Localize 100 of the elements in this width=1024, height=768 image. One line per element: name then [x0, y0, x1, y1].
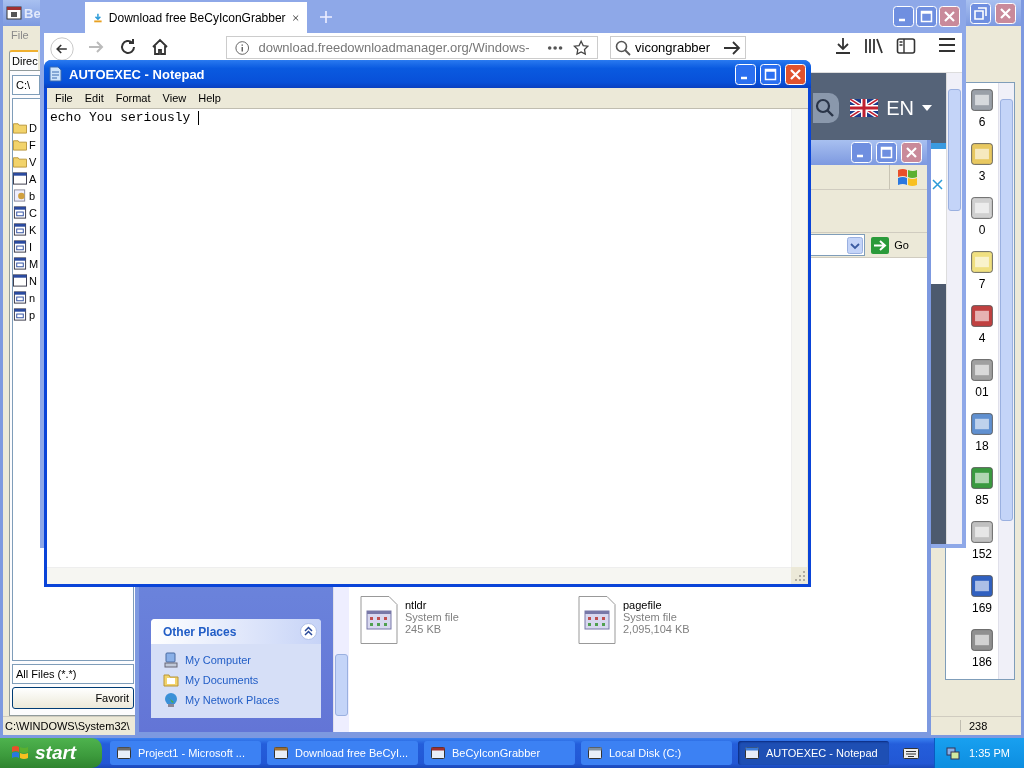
system-file-icon[interactable]: [577, 596, 617, 644]
document-text: echo You seriously: [50, 110, 192, 125]
menu-item[interactable]: Edit: [78, 92, 110, 104]
status-count: 238: [960, 720, 1019, 732]
home-button[interactable]: [150, 37, 170, 57]
more-icon[interactable]: [547, 44, 564, 51]
caret-icon[interactable]: [922, 105, 932, 111]
icon-label: 0: [978, 223, 986, 237]
window-icon: [744, 745, 760, 761]
icon-label: 01: [975, 385, 989, 399]
file-type: System file: [623, 611, 677, 623]
menu-item[interactable]: View: [156, 92, 193, 104]
menu-item[interactable]: Format: [109, 92, 157, 104]
script-icon: [13, 189, 27, 202]
file-name[interactable]: pagefile: [623, 599, 662, 611]
download-icon[interactable]: [834, 37, 852, 55]
menu-item[interactable]: File: [49, 92, 79, 104]
list-entry[interactable]: b: [29, 189, 36, 202]
collapse-icon[interactable]: [300, 623, 317, 640]
tab[interactable]: Direc: [9, 50, 38, 70]
list-entry[interactable]: M: [29, 257, 39, 270]
app-icon: [6, 5, 22, 21]
panel-title: Other Places: [163, 624, 237, 639]
notepad-icon: [47, 66, 63, 82]
list-entry[interactable]: N: [29, 274, 37, 287]
dropdown-icon[interactable]: [847, 236, 864, 254]
list-entry[interactable]: p: [29, 308, 36, 321]
list-entry[interactable]: A: [29, 172, 37, 185]
close-button[interactable]: [785, 63, 806, 85]
status-path: C:\WINDOWS\System32\: [5, 720, 130, 732]
maximize-button[interactable]: [916, 6, 937, 27]
folder-icon: [163, 672, 179, 688]
list-entry[interactable]: K: [29, 223, 37, 236]
library-icon[interactable]: [864, 37, 884, 55]
maximize-button[interactable]: [760, 63, 781, 85]
close-button[interactable]: [939, 6, 960, 27]
address-bar[interactable]: download.freedownloadmanager.org/Windows-: [226, 36, 598, 59]
taskbar-item[interactable]: BeCyIconGrabber: [424, 741, 575, 765]
file-size: 245 KB: [405, 623, 442, 635]
icon-label: 186: [972, 655, 992, 669]
language-selector[interactable]: EN: [886, 96, 914, 120]
text-area[interactable]: echo You seriously: [47, 109, 791, 567]
taskbar-item[interactable]: Local Disk (C:): [581, 741, 732, 765]
reload-button[interactable]: [118, 37, 138, 57]
minimize-button[interactable]: [735, 63, 756, 85]
icon-label: 152: [972, 547, 992, 561]
system-file-icon[interactable]: [359, 596, 399, 644]
go-button[interactable]: Go: [869, 236, 923, 254]
sidebar-icon[interactable]: [896, 37, 916, 55]
list-entry[interactable]: V: [29, 155, 37, 168]
path-field[interactable]: C:\: [12, 75, 40, 95]
list-entry[interactable]: I: [29, 240, 33, 253]
arrow-icon[interactable]: [723, 39, 741, 56]
search-field[interactable]: vicongrabber: [610, 36, 746, 59]
icon-label: 18: [975, 439, 989, 453]
taskbar-item[interactable]: Project1 - Microsoft ...: [110, 741, 261, 765]
clock: 1:35 PM: [969, 747, 1010, 759]
list-entry[interactable]: n: [29, 291, 36, 304]
place-link[interactable]: My Network Places: [185, 694, 280, 706]
taskbar-item[interactable]: Download free BeCyI...: [267, 741, 418, 765]
menu-icon[interactable]: [938, 37, 956, 53]
close-icon[interactable]: [932, 179, 943, 190]
search-icon: [615, 39, 631, 56]
arrow-icon: [871, 236, 890, 254]
icon-label: 6: [978, 115, 986, 129]
window-title: Be: [24, 5, 41, 21]
minimize-button[interactable]: [893, 6, 914, 27]
place-link[interactable]: My Computer: [185, 654, 252, 666]
taskbar-item[interactable]: AUTOEXEC - Notepad: [738, 741, 889, 765]
filter-field[interactable]: All Files (*.*): [12, 664, 134, 684]
keyboard-icon[interactable]: [903, 746, 919, 760]
icon-label: 7: [978, 277, 986, 291]
browser-tab[interactable]: Download free BeCyIconGrabber: [85, 2, 307, 33]
file-type: System file: [405, 611, 459, 623]
window-title: AUTOEXEC - Notepad: [69, 66, 205, 82]
search-icon[interactable]: [813, 93, 840, 123]
window-icon: [116, 745, 132, 761]
flag-icon[interactable]: [850, 99, 879, 117]
place-link[interactable]: My Documents: [185, 674, 259, 686]
logo-icon: [10, 744, 30, 762]
window-icon: [273, 745, 289, 761]
list-entry[interactable]: D: [29, 121, 37, 134]
icon-label: 3: [978, 169, 986, 183]
icon-label: 85: [975, 493, 989, 507]
text-cursor: [198, 110, 200, 125]
favorites-button[interactable]: Favorit: [12, 687, 134, 709]
star-icon[interactable]: [572, 38, 589, 57]
file-name[interactable]: ntldr: [405, 599, 427, 611]
folder-icon: [13, 155, 27, 168]
icon-label: 169: [972, 601, 992, 615]
back-button[interactable]: [50, 37, 74, 61]
icon-label: 4: [978, 331, 986, 345]
list-entry[interactable]: C: [29, 206, 37, 219]
network-icon: [163, 692, 179, 708]
network-tray-icon[interactable]: [945, 745, 961, 761]
window-icon: [430, 745, 446, 761]
folder-icon: [13, 121, 27, 134]
list-entry[interactable]: F: [29, 138, 36, 151]
folder-icon: [13, 138, 27, 151]
menu-item[interactable]: Help: [192, 92, 227, 104]
